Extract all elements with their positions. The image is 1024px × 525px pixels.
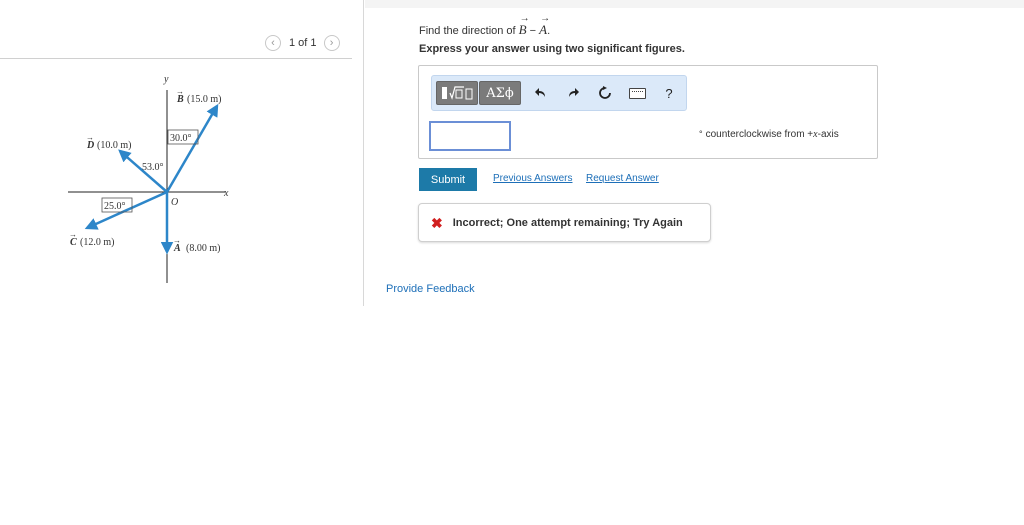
- submit-button[interactable]: Submit: [419, 168, 477, 191]
- axis-label-x: x: [223, 188, 229, 199]
- vector-diagram: y x O 30.0° 53.0° 25.0° B → (15.0 m) D →…: [68, 74, 229, 283]
- chevron-right-icon[interactable]: ›: [323, 35, 340, 51]
- answer-box: ΑΣϕ ? ° counterclockwise from +x-axis: [418, 65, 878, 159]
- vector-b-label: B → (15.0 m): [176, 87, 221, 105]
- svg-text:(15.0 m): (15.0 m): [187, 94, 221, 105]
- undo-icon[interactable]: [530, 81, 552, 105]
- unit-label: ° counterclockwise from +x-axis: [699, 129, 839, 140]
- svg-text:→: →: [173, 236, 181, 245]
- question-prefix: Find the direction of: [419, 25, 519, 37]
- svg-text:→: →: [69, 230, 77, 239]
- answer-input[interactable]: [429, 121, 511, 151]
- vector-b-arrow: [165, 103, 219, 193]
- previous-answers-link[interactable]: Previous Answers: [493, 173, 572, 184]
- question-vector-a: → A: [539, 13, 551, 37]
- origin-label: O: [171, 197, 178, 208]
- redo-icon[interactable]: [562, 81, 584, 105]
- symbols-button[interactable]: ΑΣϕ: [479, 81, 521, 105]
- templates-icon[interactable]: [436, 81, 478, 105]
- axis-label-y: y: [163, 74, 169, 85]
- top-strip: [365, 0, 1024, 8]
- question-vector-b: → B: [518, 13, 530, 37]
- figure-panel: ‹ 1 of 1 › y x O 30.0° 53.0° 25.0° B → (…: [0, 0, 364, 306]
- question-instruction: Express your answer using two significan…: [419, 43, 685, 55]
- vector-c-label: C → (12.0 m): [69, 230, 114, 248]
- question-minus: −: [526, 25, 540, 37]
- angle-label-b: 30.0°: [170, 133, 192, 144]
- feedback-banner: ✖ Incorrect; One attempt remaining; Try …: [418, 203, 711, 242]
- x-icon: ✖: [431, 214, 443, 231]
- math-toolbar: ΑΣϕ ?: [431, 75, 687, 111]
- svg-text:(10.0 m): (10.0 m): [97, 140, 131, 151]
- vector-c-arrow: [84, 190, 168, 230]
- reset-icon[interactable]: [594, 81, 616, 105]
- svg-text:→: →: [176, 87, 184, 96]
- chevron-left-icon[interactable]: ‹: [265, 35, 281, 51]
- vector-a-label: A → (8.00 m): [173, 236, 220, 254]
- angle-label-c: 25.0°: [104, 201, 126, 212]
- request-answer-link[interactable]: Request Answer: [586, 173, 659, 184]
- feedback-message: Incorrect; One attempt remaining; Try Ag…: [452, 216, 683, 229]
- help-button[interactable]: ?: [658, 81, 680, 105]
- pager-count: 1 of 1: [289, 37, 317, 49]
- vector-d-label: D → (10.0 m): [86, 133, 131, 151]
- question-suffix: .: [547, 25, 551, 37]
- svg-text:→: →: [86, 133, 94, 142]
- svg-text:(8.00 m): (8.00 m): [186, 243, 220, 254]
- keyboard-icon[interactable]: [626, 81, 648, 105]
- figure-pager: ‹ 1 of 1 ›: [265, 33, 340, 53]
- question-text: Find the direction of → B − → A.: [419, 13, 551, 38]
- provide-feedback-link[interactable]: Provide Feedback: [386, 283, 475, 295]
- angle-label-d: 53.0°: [142, 162, 164, 173]
- svg-text:(12.0 m): (12.0 m): [80, 237, 114, 248]
- pager-divider: [0, 58, 352, 59]
